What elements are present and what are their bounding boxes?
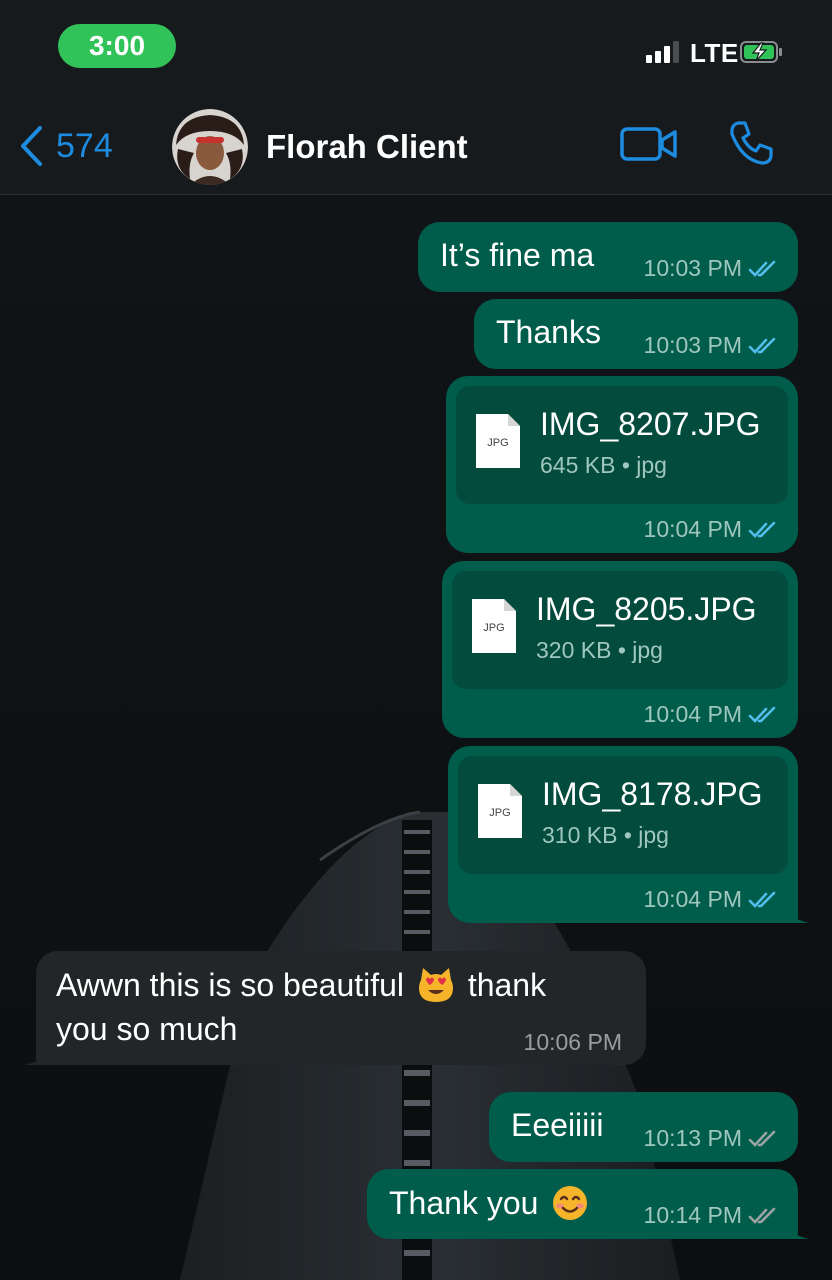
message-file-outgoing[interactable]: JPG IMG_8205.JPG 320 KB • jpg 10:04 PM — [442, 561, 798, 738]
message-meta: 10:03 PM — [644, 332, 778, 359]
message-text: Thanks — [496, 314, 601, 350]
message-time: 10:14 PM — [643, 1202, 742, 1228]
message-meta: 10:06 PM — [524, 1029, 622, 1056]
network-label: LTE — [690, 38, 739, 68]
message-meta: 10:04 PM — [644, 886, 778, 913]
contact-name[interactable]: Florah Client — [266, 128, 468, 166]
message-time: 10:03 PM — [643, 255, 742, 281]
delivered-receipt-icon — [748, 1207, 776, 1224]
message-text-line2: you so much — [56, 1011, 238, 1047]
file-type-badge: JPG — [489, 807, 510, 819]
file-size: 320 KB • jpg — [536, 637, 663, 663]
file-type-badge: JPG — [487, 437, 508, 449]
message-text-part: Thank you — [389, 1185, 539, 1221]
jpg-file-icon: JPG — [476, 414, 520, 468]
back-button[interactable]: 574 — [18, 124, 113, 168]
message-text: Awwn this is so beautiful thank — [56, 966, 546, 1004]
file-attachment[interactable]: JPG IMG_8205.JPG 320 KB • jpg — [452, 571, 788, 689]
message-text-part: thank — [467, 967, 547, 1003]
file-attachment[interactable]: JPG IMG_8207.JPG 645 KB • jpg — [456, 386, 788, 504]
avatar[interactable] — [172, 109, 248, 185]
bubble-tail — [784, 1219, 810, 1239]
message-time: 10:04 PM — [643, 516, 742, 542]
smiling-face-emoji-icon — [553, 1186, 588, 1220]
file-name: IMG_8178.JPG — [542, 776, 763, 812]
message-time: 10:03 PM — [643, 332, 742, 358]
message-outgoing[interactable]: It’s fine ma 10:03 PM — [418, 222, 798, 292]
jpg-file-icon: JPG — [472, 599, 516, 653]
status-time[interactable]: 3:00 — [58, 24, 176, 68]
message-text: Eeeiiiii — [511, 1107, 604, 1143]
file-size: 310 KB • jpg — [542, 822, 669, 848]
status-bar: 3:00 LTE — [0, 0, 832, 96]
file-size: 645 KB • jpg — [540, 452, 667, 478]
message-file-outgoing[interactable]: JPG IMG_8178.JPG 310 KB • jpg 10:04 PM — [448, 746, 810, 923]
jpg-file-icon: JPG — [478, 784, 522, 838]
message-text: It’s fine ma — [440, 237, 595, 273]
read-receipt-icon — [748, 706, 776, 723]
message-outgoing[interactable]: Thanks 10:03 PM — [474, 299, 798, 369]
unread-count: 574 — [56, 126, 113, 165]
message-outgoing[interactable]: Eeeiiiii 10:13 PM — [489, 1092, 798, 1162]
message-meta: 10:14 PM — [644, 1202, 778, 1229]
message-time: 10:04 PM — [643, 886, 742, 912]
file-attachment[interactable]: JPG IMG_8178.JPG 310 KB • jpg — [458, 756, 788, 874]
message-time: 10:06 PM — [523, 1029, 622, 1055]
read-receipt-icon — [748, 260, 776, 277]
read-receipt-icon — [748, 337, 776, 354]
signal-strength-icon — [646, 41, 679, 63]
message-text-part: Awwn this is so beautiful — [56, 967, 405, 1003]
phone-icon[interactable] — [728, 120, 774, 166]
chat-header: 574 Florah Client — [0, 96, 832, 195]
message-time: 10:04 PM — [643, 701, 742, 727]
message-incoming[interactable]: Awwn this is so beautiful thank you so m… — [24, 951, 646, 1065]
read-receipt-icon — [748, 521, 776, 538]
chevron-left-icon — [21, 126, 42, 166]
read-receipt-icon — [748, 891, 776, 908]
message-meta: 10:13 PM — [644, 1125, 778, 1152]
message-text: Thank you — [389, 1184, 593, 1222]
message-meta: 10:03 PM — [644, 255, 778, 282]
bubble-tail — [24, 1045, 50, 1065]
message-time: 10:13 PM — [643, 1125, 742, 1151]
file-name: IMG_8205.JPG — [536, 591, 757, 627]
message-outgoing[interactable]: Thank you 10:14 PM — [367, 1169, 810, 1239]
heart-eyes-cat-emoji-icon — [418, 968, 453, 1002]
message-meta: 10:04 PM — [644, 516, 778, 543]
file-type-badge: JPG — [483, 622, 504, 634]
battery-charging-icon — [740, 41, 782, 63]
delivered-receipt-icon — [748, 1130, 776, 1147]
video-camera-icon[interactable] — [620, 126, 678, 162]
message-file-outgoing[interactable]: JPG IMG_8207.JPG 645 KB • jpg 10:04 PM — [446, 376, 798, 553]
bubble-tail — [784, 903, 810, 923]
message-meta: 10:04 PM — [644, 701, 778, 728]
file-name: IMG_8207.JPG — [540, 406, 761, 442]
